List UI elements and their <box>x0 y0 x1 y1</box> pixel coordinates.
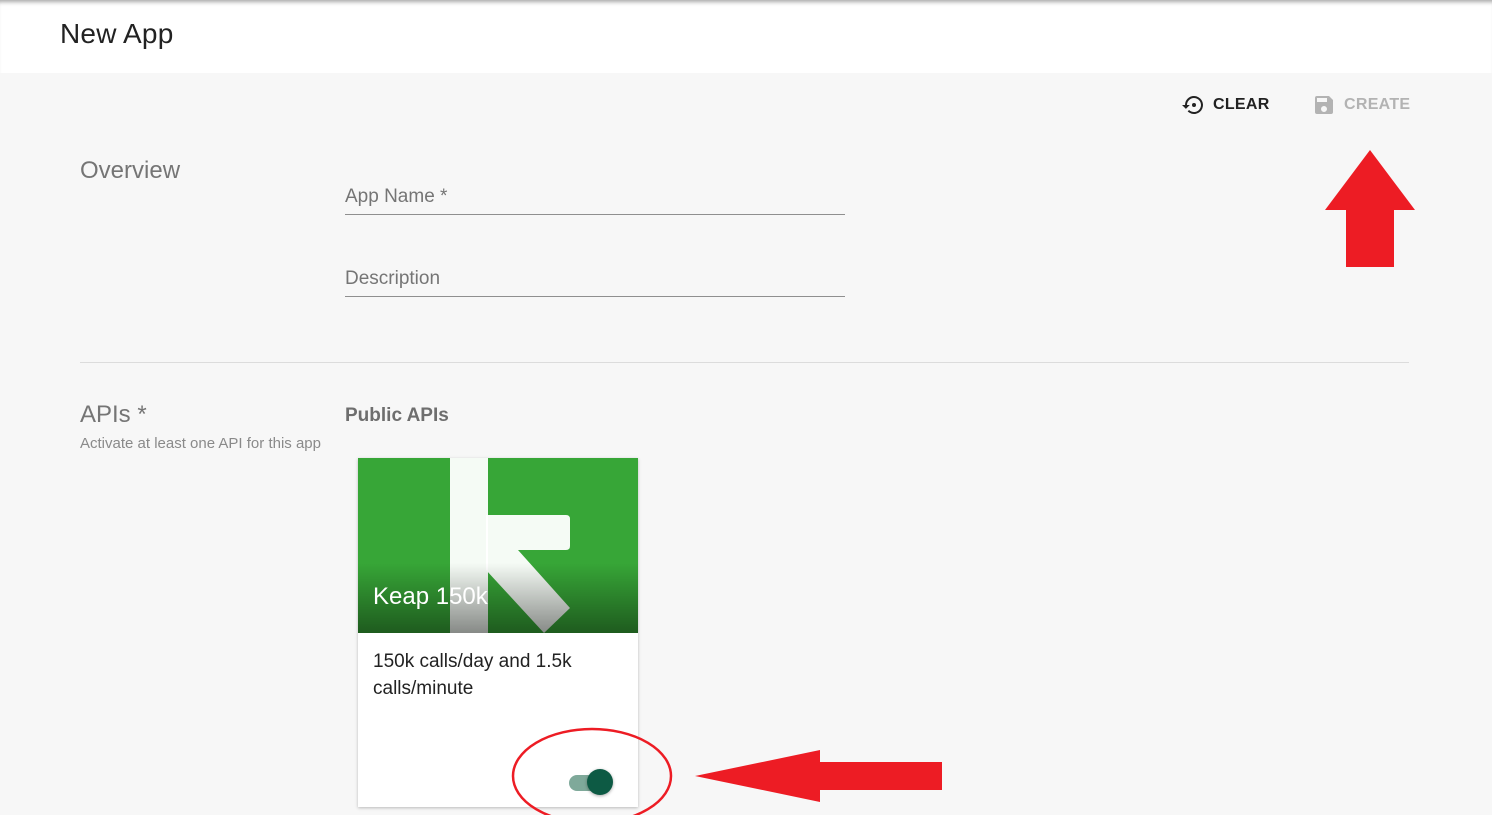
apis-subtitle: Activate at least one API for this app <box>80 435 321 452</box>
restore-icon <box>1181 93 1205 117</box>
annotation-up-arrow <box>1325 150 1415 267</box>
app-bar: New App <box>0 0 1492 73</box>
apis-heading: APIs * <box>80 401 147 428</box>
api-card-keap: Keap 150k 150k calls/day and 1.5k calls/… <box>358 458 638 807</box>
card-media: Keap 150k <box>358 458 638 633</box>
annotation-overlay <box>511 150 1415 815</box>
description-field[interactable] <box>345 262 845 297</box>
card-description: 150k calls/day and 1.5k calls/minute <box>373 651 572 699</box>
create-label: CREATE <box>1344 96 1411 113</box>
page-title: New App <box>60 18 174 49</box>
public-apis-label: Public APIs <box>345 405 449 426</box>
api-enable-toggle[interactable] <box>568 768 614 796</box>
toggle-thumb <box>587 769 613 795</box>
card-title: Keap 150k <box>373 583 488 610</box>
clear-button[interactable]: CLEAR <box>1181 90 1270 120</box>
save-icon <box>1312 93 1336 117</box>
overview-heading: Overview <box>80 157 181 184</box>
create-button[interactable]: CREATE <box>1312 90 1410 120</box>
description-input[interactable] <box>345 262 845 296</box>
annotation-left-arrow <box>695 750 942 802</box>
section-divider <box>80 362 1409 363</box>
app-name-input[interactable] <box>345 180 845 214</box>
app-name-field[interactable] <box>345 180 845 215</box>
clear-label: CLEAR <box>1213 96 1270 113</box>
